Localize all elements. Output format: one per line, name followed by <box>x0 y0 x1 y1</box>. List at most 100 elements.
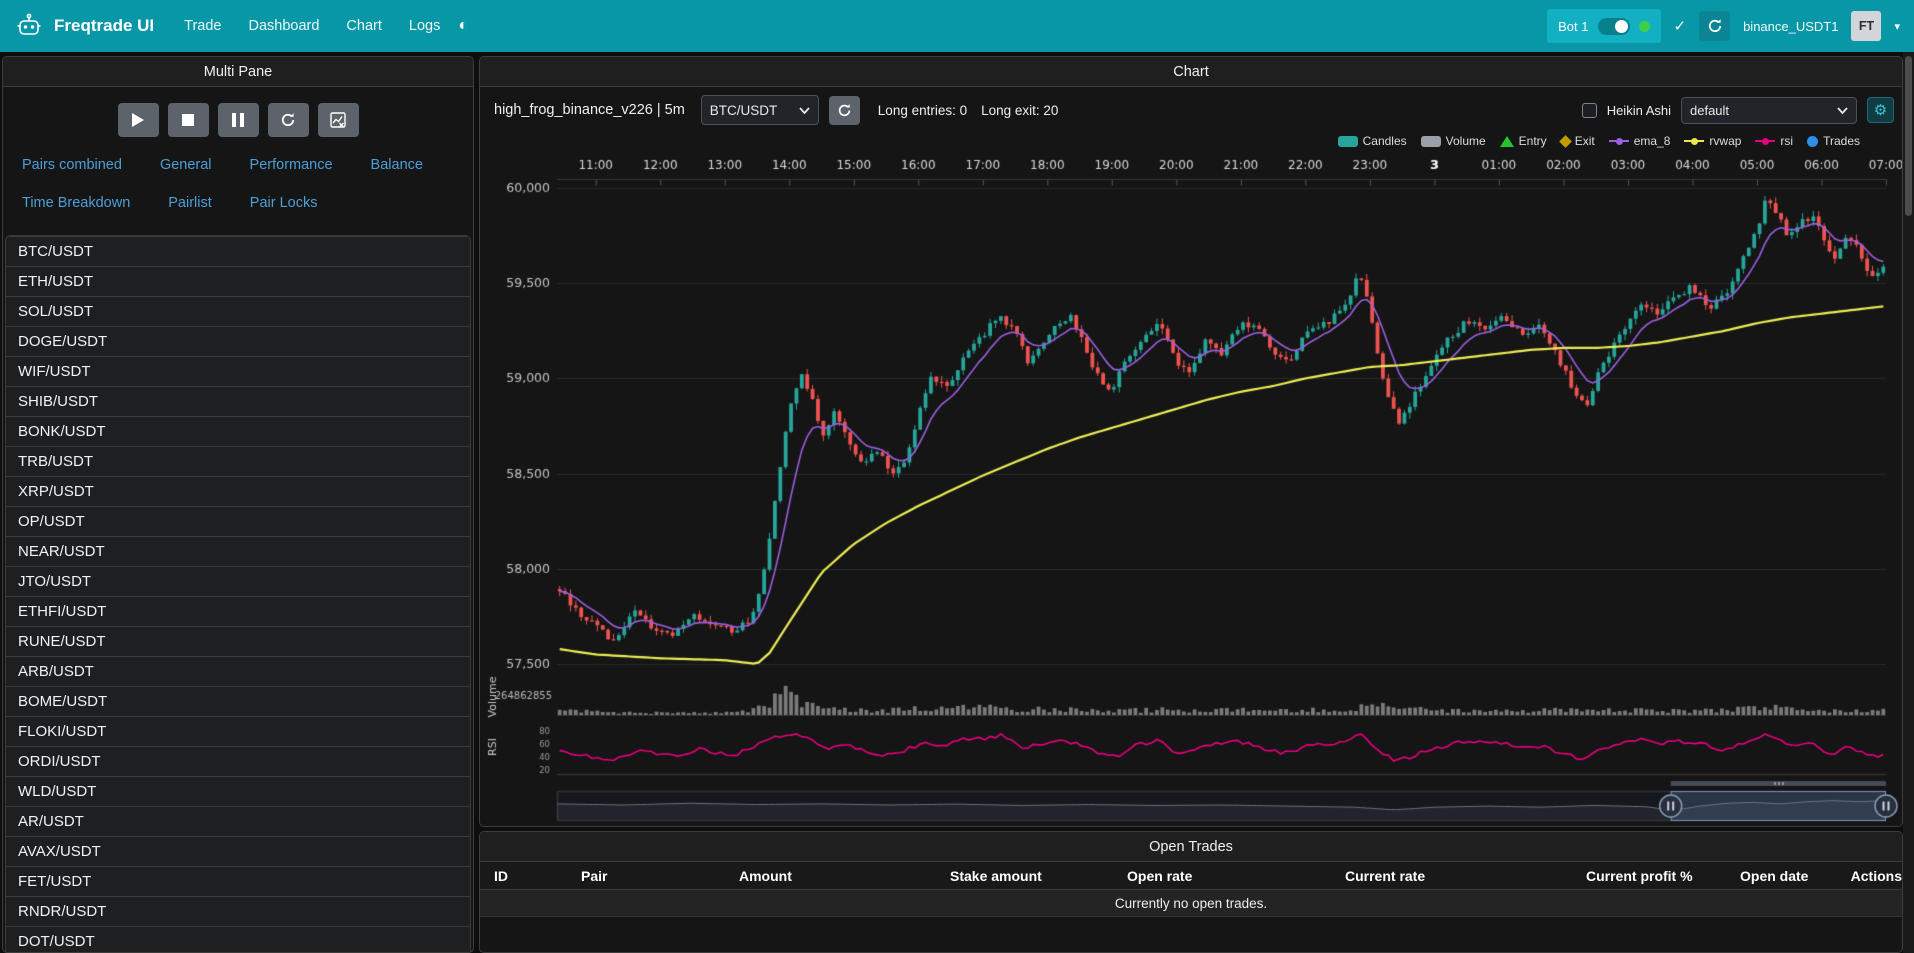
multi-pane-tab[interactable]: Time Breakdown <box>11 189 141 217</box>
rsi-legend-marker-icon <box>1755 140 1775 142</box>
global-refresh-button[interactable] <box>1699 11 1730 41</box>
pair-list-item[interactable]: WIF/USDT <box>6 356 470 386</box>
legend-exit[interactable]: Exit <box>1561 134 1595 148</box>
legend-entry[interactable]: Entry <box>1500 134 1547 148</box>
chart-remove-button[interactable] <box>318 103 359 137</box>
nav-link[interactable]: Chart <box>346 18 381 34</box>
pair-list-item[interactable]: BTC/USDT <box>6 236 470 266</box>
plot-config-value: default <box>1690 103 1729 118</box>
multi-pane-tab[interactable]: General <box>149 151 223 179</box>
pair-list-item[interactable]: FET/USDT <box>6 866 470 896</box>
multi-pane-tab[interactable]: Pair Locks <box>239 189 329 217</box>
price-chart-canvas[interactable] <box>480 153 1903 827</box>
pair-list-item[interactable]: JTO/USDT <box>6 566 470 596</box>
start-bot-button[interactable] <box>118 103 159 137</box>
pause-bot-button[interactable] <box>218 103 259 137</box>
reload-config-button[interactable] <box>268 103 309 137</box>
pair-list-item[interactable]: OP/USDT <box>6 506 470 536</box>
pair-select[interactable]: BTC/USDT <box>701 95 819 125</box>
chart-refresh-button[interactable] <box>829 96 860 125</box>
open-trades-column-header: Open date <box>1726 868 1837 884</box>
user-menu-caret-icon[interactable]: ▾ <box>1894 20 1900 33</box>
pair-list-item[interactable]: RNDR/USDT <box>6 896 470 926</box>
pair-list-item[interactable]: DOGE/USDT <box>6 326 470 356</box>
plot-config-select[interactable]: default <box>1681 97 1857 124</box>
freqtrade-robot-logo-icon <box>14 11 44 41</box>
legend-ema_8[interactable]: ema_8 <box>1609 134 1671 148</box>
play-icon <box>132 113 144 127</box>
heikin-ashi-label: Heikin Ashi <box>1607 103 1671 118</box>
pair-list: BTC/USDTETH/USDTSOL/USDTDOGE/USDTWIF/USD… <box>5 235 471 953</box>
pair-list-item[interactable]: ARB/USDT <box>6 656 470 686</box>
pair-list-item[interactable]: RUNE/USDT <box>6 626 470 656</box>
pair-list-item[interactable]: ETH/USDT <box>6 266 470 296</box>
legend-label: Trades <box>1823 134 1860 148</box>
strategy-timeframe-label: high_frog_binance_v226 | 5m <box>494 102 685 118</box>
reload-icon <box>280 112 296 128</box>
pair-list-item[interactable]: ETHFI/USDT <box>6 596 470 626</box>
stop-bot-button[interactable] <box>168 103 209 137</box>
nav-link[interactable]: Dashboard <box>248 18 319 34</box>
page-scrollbar[interactable] <box>1903 52 1914 953</box>
pair-list-item[interactable]: BOME/USDT <box>6 686 470 716</box>
volume-legend-marker-icon <box>1421 136 1441 147</box>
legend-label: Entry <box>1519 134 1547 148</box>
bot-toggle[interactable] <box>1598 18 1630 35</box>
pair-list-item[interactable]: SHIB/USDT <box>6 386 470 416</box>
multi-pane-title: Multi Pane <box>3 57 473 87</box>
chart-panel: Chart high_frog_binance_v226 | 5m BTC/US… <box>479 56 1903 827</box>
legend-label: Exit <box>1575 134 1595 148</box>
pair-list-item[interactable]: FLOKI/USDT <box>6 716 470 746</box>
open-trades-title: Open Trades <box>480 832 1902 862</box>
entry-legend-marker-icon <box>1500 136 1514 147</box>
chart-toolbar: high_frog_binance_v226 | 5m BTC/USDT Lon… <box>480 93 1902 127</box>
nav-link[interactable]: Logs <box>409 18 440 34</box>
bot-selector[interactable]: Bot 1 <box>1547 9 1660 43</box>
legend-candles[interactable]: Candles <box>1338 134 1407 148</box>
pair-list-item[interactable]: XRP/USDT <box>6 476 470 506</box>
candles-legend-marker-icon <box>1338 136 1358 147</box>
pair-list-item[interactable]: DOT/USDT <box>6 926 470 953</box>
long-exits-label: Long exit: 20 <box>981 103 1058 118</box>
bot-online-dot <box>1639 21 1650 32</box>
legend-trades[interactable]: Trades <box>1807 134 1860 148</box>
chart-legend: Candles Volume Entry Exit ema_8 rvwap rsi Trade… <box>1338 131 1860 151</box>
pair-list-item[interactable]: WLD/USDT <box>6 776 470 806</box>
open-trades-empty-message: Currently no open trades. <box>480 890 1902 917</box>
legend-volume[interactable]: Volume <box>1421 134 1486 148</box>
multi-pane-tab[interactable]: Pairlist <box>157 189 223 217</box>
open-trades-column-header: ID <box>480 868 567 884</box>
plot-settings-button[interactable]: ⚙ <box>1867 97 1894 123</box>
chart-remove-icon <box>330 112 346 128</box>
pair-list-item[interactable]: AVAX/USDT <box>6 836 470 866</box>
multi-pane-tab[interactable]: Pairs combined <box>11 151 133 179</box>
user-avatar[interactable]: FT <box>1851 11 1881 41</box>
bot-ok-check-icon: ✓ <box>1674 17 1687 35</box>
multi-pane-tab[interactable]: Performance <box>239 151 344 179</box>
exit-legend-marker-icon <box>1559 135 1572 148</box>
pair-list-item[interactable]: BONK/USDT <box>6 416 470 446</box>
freqtrade-app: Freqtrade UI TradeDashboardChartLogs ◐ B… <box>0 0 1914 953</box>
pair-list-item[interactable]: AR/USDT <box>6 806 470 836</box>
chart-panel-title: Chart <box>480 57 1902 87</box>
pair-list-item[interactable]: ORDI/USDT <box>6 746 470 776</box>
open-trades-column-header: Stake amount <box>936 868 1113 884</box>
heikin-ashi-checkbox[interactable] <box>1582 103 1597 118</box>
legend-label: Candles <box>1363 134 1407 148</box>
open-trades-column-header: Open rate <box>1113 868 1331 884</box>
pair-list-item[interactable]: TRB/USDT <box>6 446 470 476</box>
pair-list-item[interactable]: NEAR/USDT <box>6 536 470 566</box>
long-entries-label: Long entries: 0 <box>878 103 967 118</box>
page-scrollbar-thumb[interactable] <box>1905 56 1912 216</box>
bot-name: Bot 1 <box>1558 19 1588 34</box>
bot-controls <box>3 103 473 137</box>
pair-list-item[interactable]: SOL/USDT <box>6 296 470 326</box>
legend-rsi[interactable]: rsi <box>1755 134 1793 148</box>
legend-label: ema_8 <box>1634 134 1671 148</box>
stop-icon <box>182 114 194 126</box>
theme-toggle-icon[interactable]: ◐ <box>458 17 468 35</box>
nav-link[interactable]: Trade <box>184 18 221 34</box>
multi-pane-tab[interactable]: Balance <box>360 151 434 179</box>
legend-rvwap[interactable]: rvwap <box>1684 134 1741 148</box>
legend-label: rsi <box>1780 134 1793 148</box>
